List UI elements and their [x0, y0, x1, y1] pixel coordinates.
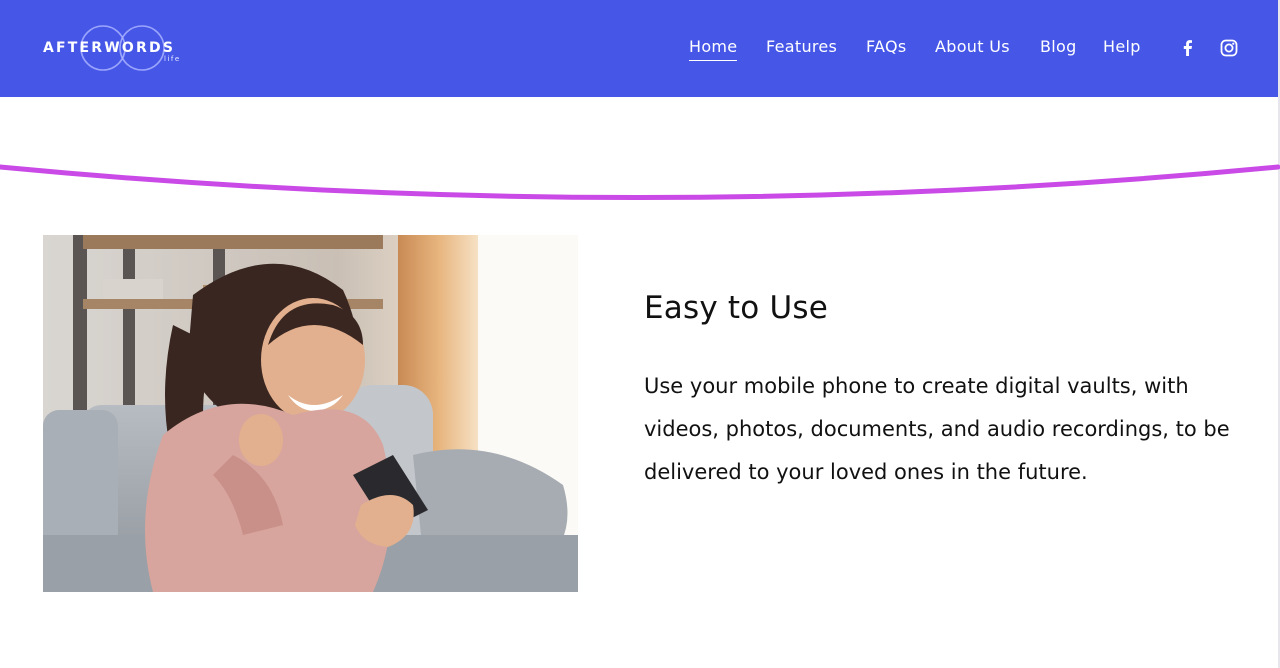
feature-description: Use your mobile phone to create digital … — [644, 374, 1230, 484]
nav-home[interactable]: Home — [689, 37, 738, 61]
instagram-icon[interactable] — [1219, 38, 1239, 58]
site-header: AFTERWORDS life Home Features FAQs About… — [0, 0, 1278, 97]
nav-features[interactable]: Features — [766, 37, 837, 56]
feature-photo — [43, 235, 578, 592]
feature-title: Easy to Use — [644, 290, 829, 326]
nav-faqs[interactable]: FAQs — [866, 37, 907, 56]
facebook-icon[interactable] — [1178, 38, 1198, 58]
main-navigation: Home Features FAQs About Us Blog Help — [0, 37, 1278, 67]
nav-help[interactable]: Help — [1103, 37, 1141, 56]
section-divider-wave — [0, 164, 1280, 200]
nav-about-us[interactable]: About Us — [935, 37, 1010, 56]
nav-blog[interactable]: Blog — [1040, 37, 1077, 56]
